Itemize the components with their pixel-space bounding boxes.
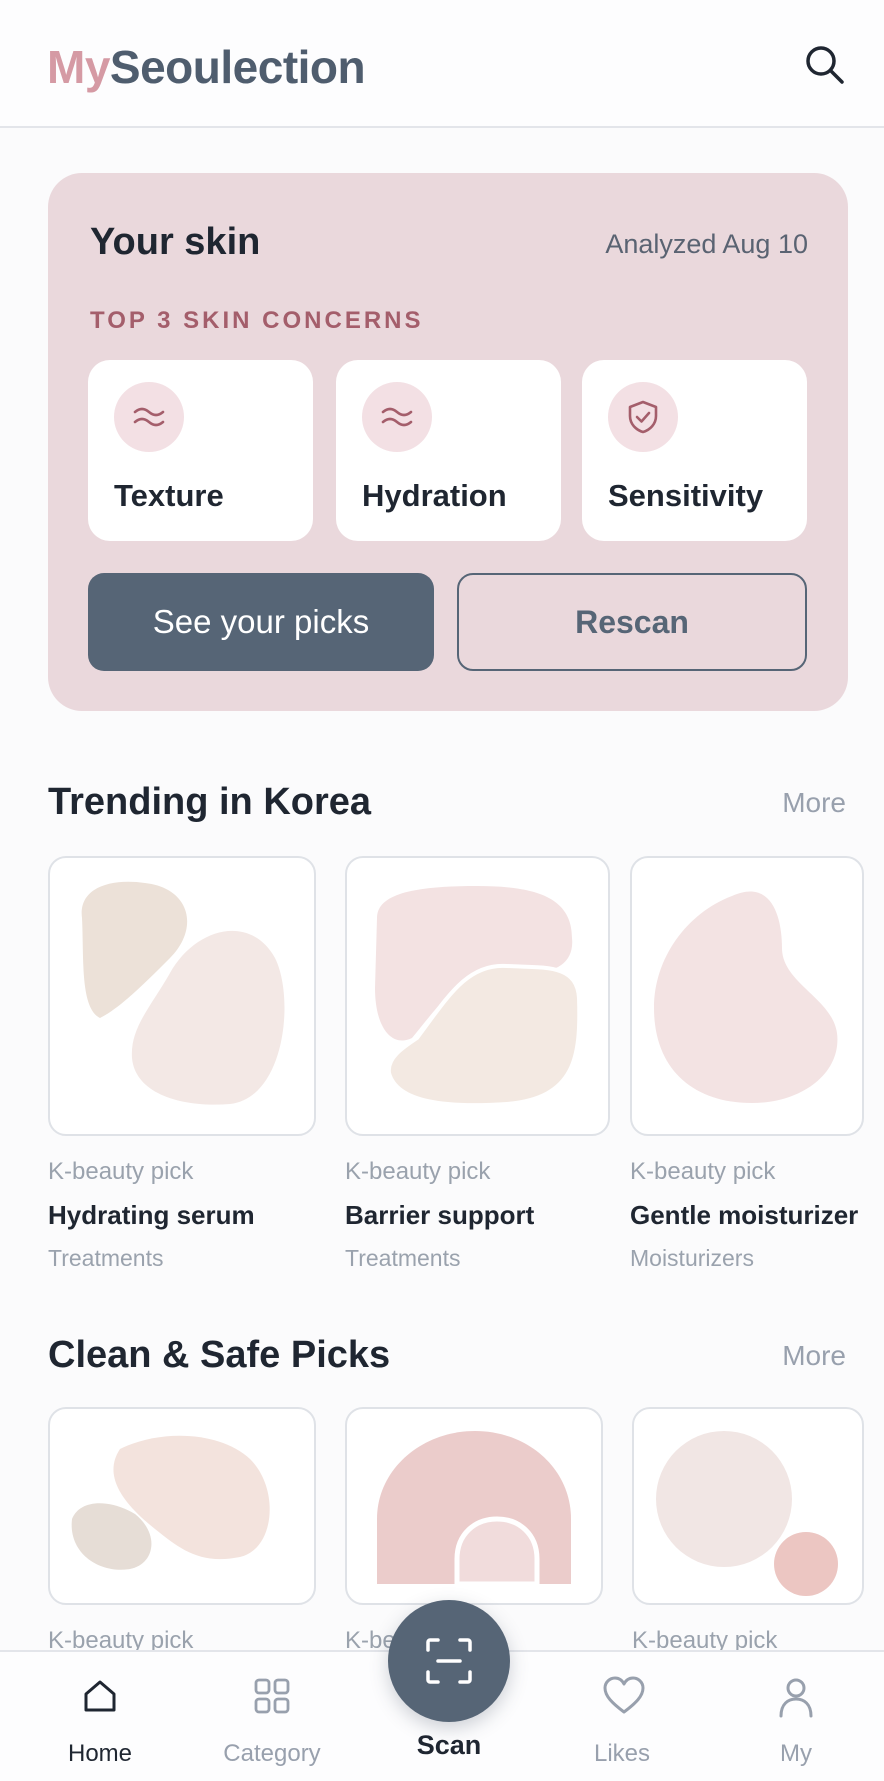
product-image	[48, 856, 316, 1136]
product-image	[345, 1407, 603, 1605]
trending-more-link[interactable]: More	[782, 787, 846, 819]
heart-icon	[603, 1676, 645, 1714]
clean-title: Clean & Safe Picks	[48, 1334, 391, 1376]
skin-title: Your skin	[90, 221, 261, 263]
rescan-button[interactable]: Rescan	[457, 573, 807, 671]
product-card[interactable]: K-beauty pick	[632, 1407, 864, 1655]
nav-my[interactable]: My	[736, 1652, 856, 1781]
product-category: K-beauty pick	[345, 1158, 491, 1185]
concern-label: Sensitivity	[608, 478, 764, 513]
concern-texture[interactable]: Texture	[88, 360, 313, 541]
concern-hydration[interactable]: Hydration	[336, 360, 561, 541]
logo-seoulection: Seoulection	[109, 41, 366, 93]
shield-check-icon	[608, 382, 678, 452]
product-subcategory: Treatments	[345, 1245, 461, 1271]
scan-icon	[426, 1638, 472, 1684]
concern-sensitivity[interactable]: Sensitivity	[582, 360, 807, 541]
nav-likes[interactable]: Likes	[562, 1652, 682, 1781]
app-header: MySeoulection	[0, 0, 884, 128]
product-name: Hydrating serum	[48, 1200, 255, 1230]
product-card[interactable]: K-beauty pick Hydrating serum Treatments	[48, 856, 316, 1272]
product-image	[345, 856, 610, 1136]
nav-category[interactable]: Category	[212, 1652, 332, 1781]
app-logo[interactable]: MySeoulection	[47, 40, 366, 94]
product-card[interactable]: K-beauty pick Gentle moisturizer Moistur…	[630, 856, 864, 1272]
product-subcategory: Moisturizers	[630, 1245, 754, 1271]
scan-button[interactable]	[388, 1600, 510, 1722]
product-subcategory: Treatments	[48, 1245, 164, 1271]
product-image	[632, 1407, 864, 1605]
product-card[interactable]: K-beauty pick Barrier support Treatments	[345, 856, 610, 1272]
product-name: Barrier support	[345, 1200, 535, 1230]
nav-label: Likes	[593, 1740, 651, 1767]
clean-more-link[interactable]: More	[782, 1340, 846, 1372]
hydration-icon	[362, 382, 432, 452]
concern-label: Hydration	[362, 478, 507, 513]
trending-title: Trending in Korea	[48, 781, 372, 823]
texture-icon	[114, 382, 184, 452]
nav-label: Home	[67, 1740, 133, 1767]
nav-label: My	[780, 1740, 812, 1767]
concern-label: Texture	[114, 478, 224, 513]
product-image	[630, 856, 864, 1136]
product-name: Gentle moisturizer	[630, 1200, 859, 1230]
skin-analysis-card: Your skin Analyzed Aug 10 TOP 3 SKIN CON…	[48, 173, 848, 711]
nav-home[interactable]: Home	[40, 1652, 160, 1781]
home-icon	[84, 1680, 116, 1712]
analyzed-date: Analyzed Aug 10	[605, 229, 808, 259]
grid-icon	[254, 1678, 290, 1714]
scan-label[interactable]: Scan	[388, 1730, 510, 1761]
product-image	[48, 1407, 316, 1605]
user-icon	[779, 1678, 813, 1718]
product-category: K-beauty pick	[48, 1158, 194, 1185]
product-card[interactable]: K-beauty pick	[48, 1407, 316, 1655]
concerns-label: TOP 3 SKIN CONCERNS	[90, 307, 424, 334]
nav-label: Category	[223, 1740, 321, 1767]
see-your-picks-button[interactable]: See your picks	[88, 573, 434, 671]
logo-my: My	[47, 41, 110, 93]
product-category: K-beauty pick	[630, 1158, 776, 1185]
search-icon[interactable]	[800, 40, 850, 90]
